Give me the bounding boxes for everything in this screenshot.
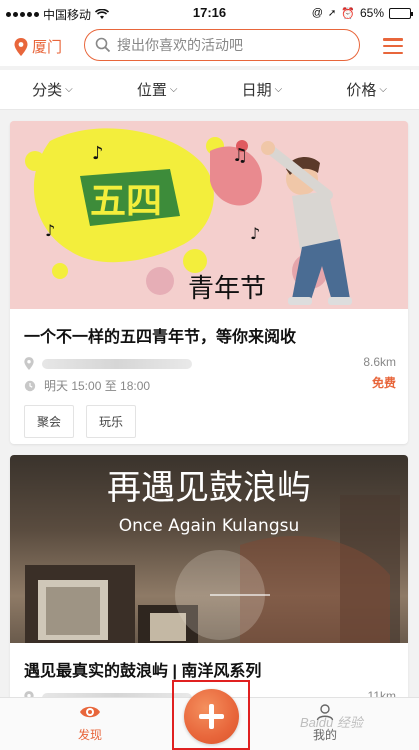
- watermark: Baidu 经验: [300, 715, 363, 730]
- app-header: 厦门: [0, 26, 419, 66]
- city-name: 厦门: [32, 39, 63, 56]
- menu-button[interactable]: [383, 38, 403, 54]
- music-note-icon: ♪: [45, 221, 55, 240]
- menu-icon-line: [383, 44, 403, 48]
- menu-icon-line: [383, 51, 403, 54]
- kulangsu-photo: 再遇见鼓浪屿 Once Again Kulangsu: [25, 468, 400, 643]
- event-card[interactable]: 五四 ♪ ♫ ♪ ♪ 青年节 一个不一样的五四青年节，等你来阅收 明天 15:0…: [10, 121, 408, 444]
- filter-label: 分类: [32, 82, 63, 99]
- banner-title: 再遇见鼓浪屿: [107, 468, 311, 508]
- location-status-icon: @: [311, 7, 323, 19]
- event-title: 遇见最真实的鼓浪屿 | 南洋风系列: [24, 663, 262, 680]
- search-icon: [95, 37, 111, 53]
- tag-list: 聚会 玩乐: [10, 395, 408, 444]
- menu-icon-line: [383, 38, 403, 41]
- clock-icon: [24, 380, 36, 391]
- nav-discover[interactable]: 发现: [50, 704, 130, 743]
- chevron-down-icon: ⌵: [65, 84, 73, 95]
- search-input[interactable]: [117, 37, 347, 53]
- filter-price[interactable]: 价格 ⌵: [314, 70, 419, 109]
- add-event-button[interactable]: [184, 689, 239, 744]
- event-time: 明天 15:00 至 18:00: [44, 379, 151, 393]
- tag-party[interactable]: 聚会: [24, 405, 75, 438]
- filter-location[interactable]: 位置 ⌵: [105, 70, 210, 109]
- youth-day-illustration: 五四 ♪ ♫ ♪ ♪ 青年节: [10, 121, 408, 309]
- add-event-highlight: [172, 680, 250, 750]
- chevron-down-icon: ⌵: [169, 84, 178, 95]
- eye-icon: [80, 706, 100, 718]
- battery-percent: 65%: [359, 6, 384, 20]
- filter-category[interactable]: 分类 ⌵: [0, 70, 105, 109]
- music-note-icon: ♫: [232, 145, 248, 166]
- search-bar[interactable]: [84, 29, 360, 61]
- filter-date[interactable]: 日期 ⌵: [210, 70, 315, 109]
- event-meta: 明天 15:00 至 18:00 8.6km 免费: [10, 355, 408, 395]
- event-banner-image: 再遇见鼓浪屿 Once Again Kulangsu: [10, 455, 408, 643]
- event-title: 一个不一样的五四青年节，等你来阅收: [24, 329, 297, 346]
- event-card[interactable]: 再遇见鼓浪屿 Once Again Kulangsu 遇见最真实的鼓浪屿 | 南…: [10, 455, 408, 715]
- battery-icon: [389, 7, 413, 19]
- filter-label: 位置: [136, 82, 167, 99]
- banner-title: 五四: [90, 181, 162, 222]
- address-redacted: [42, 358, 192, 369]
- chevron-down-icon: ⌵: [379, 84, 387, 95]
- filter-bar: 分类 ⌵ 位置 ⌵ 日期 ⌵ 价格 ⌵: [0, 70, 419, 110]
- filter-label: 价格: [346, 82, 377, 99]
- music-note-icon: ♪: [250, 224, 260, 243]
- banner-subtitle: Once Again Kulangsu: [119, 516, 300, 536]
- city-selector[interactable]: 厦门: [14, 36, 62, 57]
- event-distance: 8.6km: [363, 355, 396, 369]
- location-pin-icon: [24, 357, 34, 370]
- nav-label: 发现: [77, 728, 102, 742]
- chevron-down-icon: ⌵: [274, 84, 283, 95]
- direction-icon: ➚: [327, 7, 337, 19]
- music-note-icon: ♪: [92, 143, 104, 164]
- location-pin-icon: [14, 37, 28, 56]
- banner-subtitle: 青年节: [188, 274, 266, 304]
- filter-label: 日期: [241, 82, 272, 99]
- tag-fun[interactable]: 玩乐: [86, 405, 137, 438]
- event-price: 免费: [371, 376, 396, 390]
- status-bar: 中国移动 17:16 @ ➚ ⏰ 65%: [0, 0, 419, 26]
- event-banner-image: 五四 ♪ ♫ ♪ ♪ 青年节: [10, 121, 408, 309]
- alarm-icon: ⏰: [341, 7, 355, 20]
